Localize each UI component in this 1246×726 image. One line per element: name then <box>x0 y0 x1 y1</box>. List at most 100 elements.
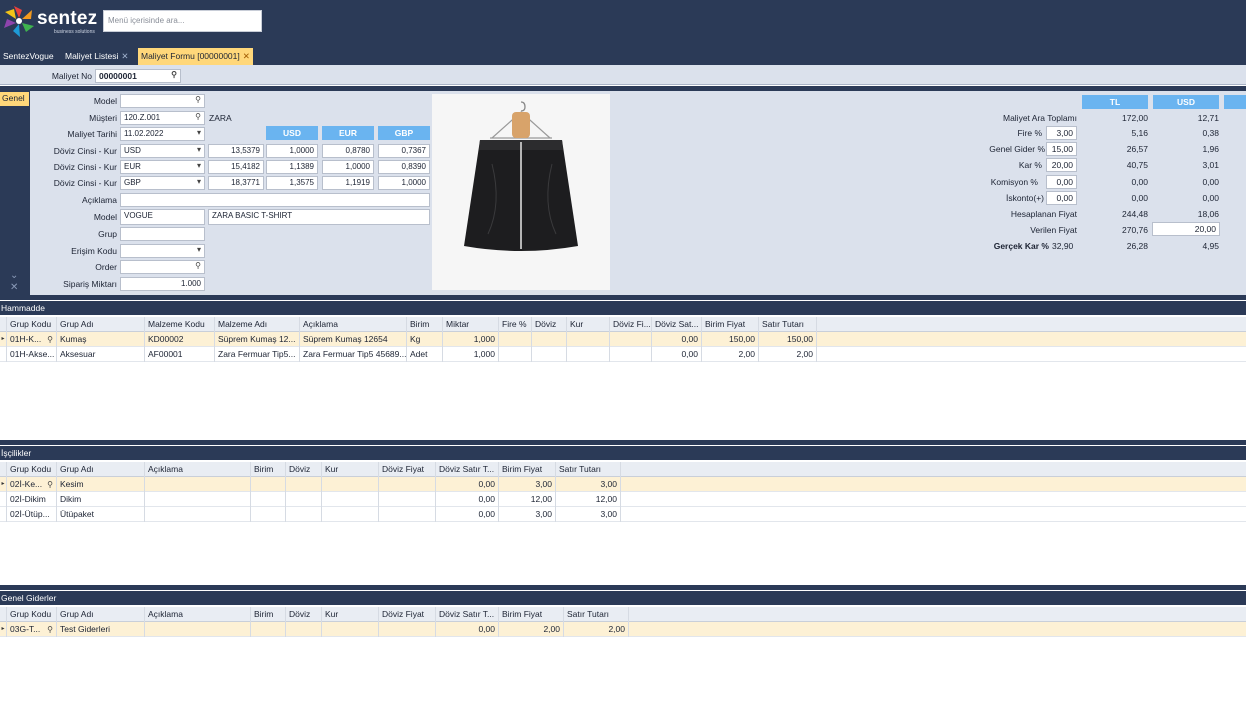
table-cell[interactable]: 03G-T... ⚲ <box>7 622 57 637</box>
column-header[interactable]: Malzeme Adı <box>215 317 300 332</box>
search-icon[interactable]: ⚲ <box>195 95 201 104</box>
siparis-field[interactable]: 1.000 <box>120 277 205 291</box>
table-cell[interactable]: 01H-K... ⚲ <box>7 332 57 347</box>
table-cell[interactable]: Ütüpaket <box>57 507 145 522</box>
table-row[interactable]: 01H-Akse... Aksesuar AF00001 Zara Fermuar T… <box>0 347 1246 362</box>
kar-input[interactable]: 20,00 <box>1046 158 1077 172</box>
column-header[interactable]: Açıklama <box>145 462 251 477</box>
table-cell[interactable] <box>251 492 286 507</box>
fx-cell[interactable]: 0,8390 <box>378 160 430 174</box>
table-cell[interactable] <box>286 477 322 492</box>
column-header[interactable]: Birim <box>251 462 286 477</box>
column-header[interactable]: Grup Kodu <box>7 462 57 477</box>
fx-cell[interactable]: 1,1389 <box>266 160 318 174</box>
table-cell[interactable] <box>379 477 436 492</box>
iskonto-input[interactable]: 0,00 <box>1046 191 1077 205</box>
fire-input[interactable]: 3,00 <box>1046 126 1077 140</box>
column-header[interactable]: Grup Kodu <box>7 607 57 622</box>
table-cell[interactable] <box>532 332 567 347</box>
table-cell[interactable]: 3,00 <box>556 507 621 522</box>
tab-maliyet-listesi[interactable]: Maliyet Listesi ✕ <box>62 48 132 65</box>
table-cell[interactable] <box>251 507 286 522</box>
musteri-field[interactable]: 120.Z.001 ⚲ <box>120 111 205 125</box>
table-cell[interactable] <box>145 492 251 507</box>
komisyon-input[interactable]: 0,00 <box>1046 175 1077 189</box>
table-row[interactable]: 02İ-Ütüp... Ütüpaket 0,00 3,00 3,00 <box>0 507 1246 522</box>
table-cell[interactable] <box>379 492 436 507</box>
currency-select[interactable]: EUR ▾ <box>120 160 205 174</box>
table-cell[interactable] <box>567 332 610 347</box>
search-icon[interactable]: ⚲ <box>171 70 177 79</box>
aciklama-field[interactable] <box>120 193 430 207</box>
fx-cell[interactable]: 1,1919 <box>322 176 374 190</box>
table-cell[interactable]: 2,00 <box>759 347 817 362</box>
dropdown-arrow-icon[interactable]: ▾ <box>197 161 201 170</box>
table-cell[interactable]: 1,000 <box>443 332 499 347</box>
table-cell[interactable] <box>610 332 652 347</box>
table-cell[interactable]: 2,00 <box>702 347 759 362</box>
fx-cell[interactable]: 1,0000 <box>266 144 318 158</box>
table-cell[interactable]: Kg <box>407 332 443 347</box>
table-cell[interactable]: 0,00 <box>436 492 499 507</box>
column-header[interactable]: Birim Fiyat <box>499 607 564 622</box>
column-header[interactable]: Açıklama <box>145 607 251 622</box>
currency-select[interactable]: USD ▾ <box>120 144 205 158</box>
column-header[interactable]: Grup Adı <box>57 317 145 332</box>
currency-select[interactable]: GBP ▾ <box>120 176 205 190</box>
rate-field[interactable]: 15,4182 <box>208 160 264 174</box>
column-header[interactable]: Birim <box>407 317 443 332</box>
table-cell[interactable] <box>251 477 286 492</box>
table-cell[interactable] <box>145 622 251 637</box>
table-cell[interactable]: 12,00 <box>499 492 556 507</box>
table-cell[interactable]: 3,00 <box>556 477 621 492</box>
dropdown-arrow-icon[interactable]: ▾ <box>197 128 201 137</box>
menu-search-input[interactable]: Menü içerisinde ara... <box>103 10 262 32</box>
column-header[interactable]: Satır Tutarı <box>564 607 629 622</box>
rate-field[interactable]: 18,3771 <box>208 176 264 190</box>
search-icon[interactable]: ⚲ <box>195 112 201 121</box>
table-row[interactable]: ▸ 02İ-Ke... ⚲ Kesim 0,00 3,00 3,00 <box>0 477 1246 492</box>
table-cell[interactable]: Dikim <box>57 492 145 507</box>
table-cell[interactable]: Zara Fermuar Tip5... <box>215 347 300 362</box>
table-row[interactable]: ▸ 01H-K... ⚲ Kumaş KD00002 Süprem Kumaş 12...… <box>0 332 1246 347</box>
column-header[interactable]: Fire % <box>499 317 532 332</box>
column-header[interactable]: Döviz Fi... <box>610 317 652 332</box>
table-cell[interactable]: 12,00 <box>556 492 621 507</box>
product-image[interactable] <box>432 94 610 290</box>
table-cell[interactable]: AF00001 <box>145 347 215 362</box>
tab-maliyet-formu[interactable]: Maliyet Formu [00000001] ✕ <box>138 48 253 65</box>
search-icon[interactable]: ⚲ <box>47 332 53 347</box>
fx-cell[interactable]: 1,0000 <box>378 176 430 190</box>
table-cell[interactable]: 3,00 <box>499 477 556 492</box>
table-cell[interactable]: Kumaş <box>57 332 145 347</box>
genel-gider-input[interactable]: 15,00 <box>1046 142 1077 156</box>
table-cell[interactable]: 2,00 <box>499 622 564 637</box>
table-cell[interactable]: 0,00 <box>652 347 702 362</box>
column-header[interactable]: Döviz <box>532 317 567 332</box>
table-cell[interactable] <box>286 622 322 637</box>
column-header[interactable]: Birim Fiyat <box>499 462 556 477</box>
table-cell[interactable]: 0,00 <box>436 622 499 637</box>
column-header[interactable]: Grup Adı <box>57 607 145 622</box>
table-cell[interactable] <box>499 332 532 347</box>
column-header[interactable]: Satır Tutarı <box>759 317 817 332</box>
verilen-fiyat-usd-input[interactable]: 20,00 <box>1152 222 1220 236</box>
model-code-field[interactable]: VOGUE <box>120 209 205 225</box>
table-cell[interactable]: KD00002 <box>145 332 215 347</box>
table-cell[interactable]: 02İ-Ke... ⚲ <box>7 477 57 492</box>
table-cell[interactable]: 3,00 <box>499 507 556 522</box>
dropdown-arrow-icon[interactable]: ▾ <box>197 177 201 186</box>
table-cell[interactable] <box>145 507 251 522</box>
table-cell[interactable]: Adet <box>407 347 443 362</box>
table-cell[interactable]: 0,00 <box>652 332 702 347</box>
table-cell[interactable]: 0,00 <box>436 507 499 522</box>
table-cell[interactable]: Test Giderleri <box>57 622 145 637</box>
table-cell[interactable]: Kesim <box>57 477 145 492</box>
table-cell[interactable] <box>567 347 610 362</box>
order-field[interactable]: ⚲ <box>120 260 205 274</box>
column-header[interactable]: Grup Kodu <box>7 317 57 332</box>
table-cell[interactable] <box>286 492 322 507</box>
column-header[interactable]: Kur <box>322 462 379 477</box>
table-cell[interactable]: Zara Fermuar Tip5 45689... <box>300 347 407 362</box>
table-cell[interactable] <box>322 492 379 507</box>
